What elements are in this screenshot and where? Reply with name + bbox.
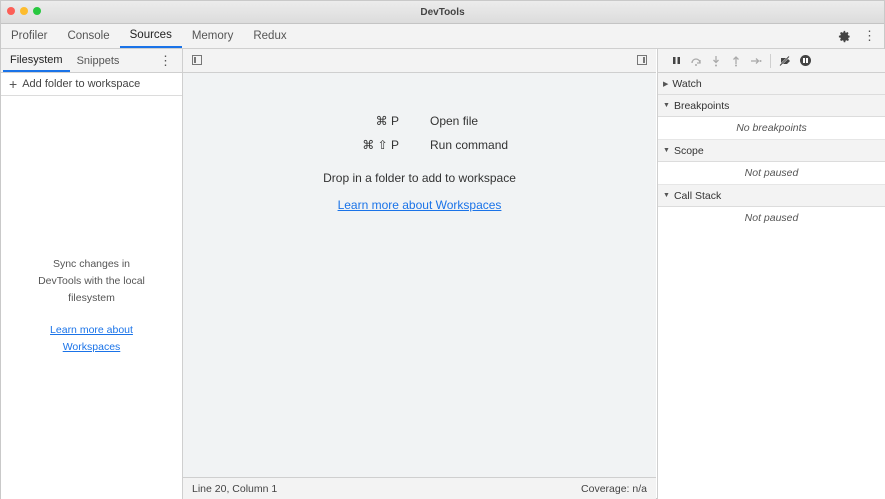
collapsed-triangle-icon: ▶	[663, 80, 669, 88]
debugger-toolbar	[658, 49, 885, 73]
expanded-triangle-icon: ▼	[663, 102, 670, 109]
editor-status-bar: Line 20, Column 1 Coverage: n/a	[183, 477, 656, 499]
shortcut-row: ⌘ ⇧ P Run command	[183, 134, 656, 158]
sync-message: Sync changes in DevTools with the local …	[1, 256, 182, 356]
zoom-window-button[interactable]	[33, 7, 41, 15]
debugger-sidebar: ▶ Watch ▼ Breakpoints No breakpoints ▼ S…	[657, 49, 885, 499]
tab-sources[interactable]: Sources	[119, 24, 182, 48]
scope-status-message: Not paused	[658, 162, 885, 185]
step-out-icon[interactable]	[726, 49, 746, 72]
shortcut-list: ⌘ P Open file ⌘ ⇧ P Run command	[183, 110, 656, 158]
sync-text-line: filesystem	[68, 292, 115, 304]
shortcut-keys: ⌘ ⇧ P	[362, 138, 399, 152]
toggle-debugger-icon[interactable]	[637, 55, 647, 65]
coverage-status[interactable]: Coverage: n/a	[581, 483, 647, 495]
deactivate-breakpoints-icon[interactable]	[775, 49, 795, 72]
expanded-triangle-icon: ▼	[663, 192, 670, 199]
tab-snippets[interactable]: Snippets	[70, 49, 127, 72]
step-into-icon[interactable]	[706, 49, 726, 72]
title-bar: DevTools	[1, 1, 884, 24]
settings-gear-icon[interactable]	[838, 30, 851, 43]
learn-more-workspaces-link[interactable]: Workspaces	[1, 339, 182, 356]
shortcut-label: Run command	[430, 138, 509, 152]
tab-memory[interactable]: Memory	[182, 24, 244, 48]
learn-more-workspaces-link[interactable]: Learn more about	[1, 322, 182, 339]
section-title: Watch	[672, 77, 702, 90]
pause-on-exceptions-icon[interactable]	[795, 49, 815, 72]
toolbar-divider	[770, 53, 771, 68]
breakpoints-section-header[interactable]: ▼ Breakpoints	[658, 95, 885, 117]
learn-more-workspaces-link[interactable]: Learn more about Workspaces	[183, 198, 656, 212]
call-stack-section-header[interactable]: ▼ Call Stack	[658, 185, 885, 207]
navigator-panel: Filesystem Snippets ⋮ + Add folder to wo…	[1, 49, 183, 499]
editor-toolbar	[183, 49, 656, 73]
call-stack-status-message: Not paused	[744, 212, 799, 224]
add-folder-button[interactable]: + Add folder to workspace	[1, 73, 182, 96]
step-icon[interactable]	[746, 49, 766, 72]
section-title: Breakpoints	[673, 99, 730, 112]
scope-section-header[interactable]: ▼ Scope	[658, 140, 885, 162]
watch-section-header[interactable]: ▶ Watch	[658, 73, 885, 95]
window-controls	[7, 7, 41, 15]
step-over-icon[interactable]	[686, 49, 706, 72]
shortcut-keys: ⌘ P	[375, 114, 399, 128]
main-tab-bar: Profiler Console Sources Memory Redux ⋮	[1, 24, 884, 49]
tab-profiler[interactable]: Profiler	[1, 24, 57, 48]
more-options-kebab-icon[interactable]: ⋮	[863, 28, 876, 44]
plus-icon: +	[9, 76, 18, 92]
navigator-more-kebab-icon[interactable]: ⋮	[159, 49, 172, 72]
expanded-triangle-icon: ▼	[663, 147, 670, 154]
breakpoints-empty-message: No breakpoints	[658, 117, 885, 140]
sync-text-line: DevTools with the local	[38, 275, 145, 287]
add-folder-label: Add folder to workspace	[22, 78, 141, 90]
window-title: DevTools	[420, 6, 465, 18]
pause-icon[interactable]	[666, 49, 686, 72]
tab-redux[interactable]: Redux	[243, 24, 296, 48]
shortcut-label: Open file	[430, 114, 479, 128]
sync-text-line: Sync changes in	[52, 258, 131, 270]
tab-console[interactable]: Console	[57, 24, 119, 48]
section-title: Scope	[673, 144, 704, 157]
editor-panel: ⌘ P Open file ⌘ ⇧ P Run command Drop in …	[183, 49, 656, 499]
close-window-button[interactable]	[7, 7, 15, 15]
tab-filesystem[interactable]: Filesystem	[3, 49, 70, 72]
shortcut-row: ⌘ P Open file	[183, 110, 656, 134]
main-toolbar-actions: ⋮	[838, 24, 884, 48]
navigator-tab-bar: Filesystem Snippets ⋮	[1, 49, 182, 73]
devtools-window: DevTools Profiler Console Sources Memory…	[0, 0, 885, 499]
section-title: Call Stack	[673, 189, 722, 202]
drop-folder-hint: Drop in a folder to add to workspace	[323, 171, 516, 185]
toggle-navigator-icon[interactable]	[192, 55, 202, 65]
minimize-window-button[interactable]	[20, 7, 28, 15]
cursor-position: Line 20, Column 1	[192, 482, 278, 495]
